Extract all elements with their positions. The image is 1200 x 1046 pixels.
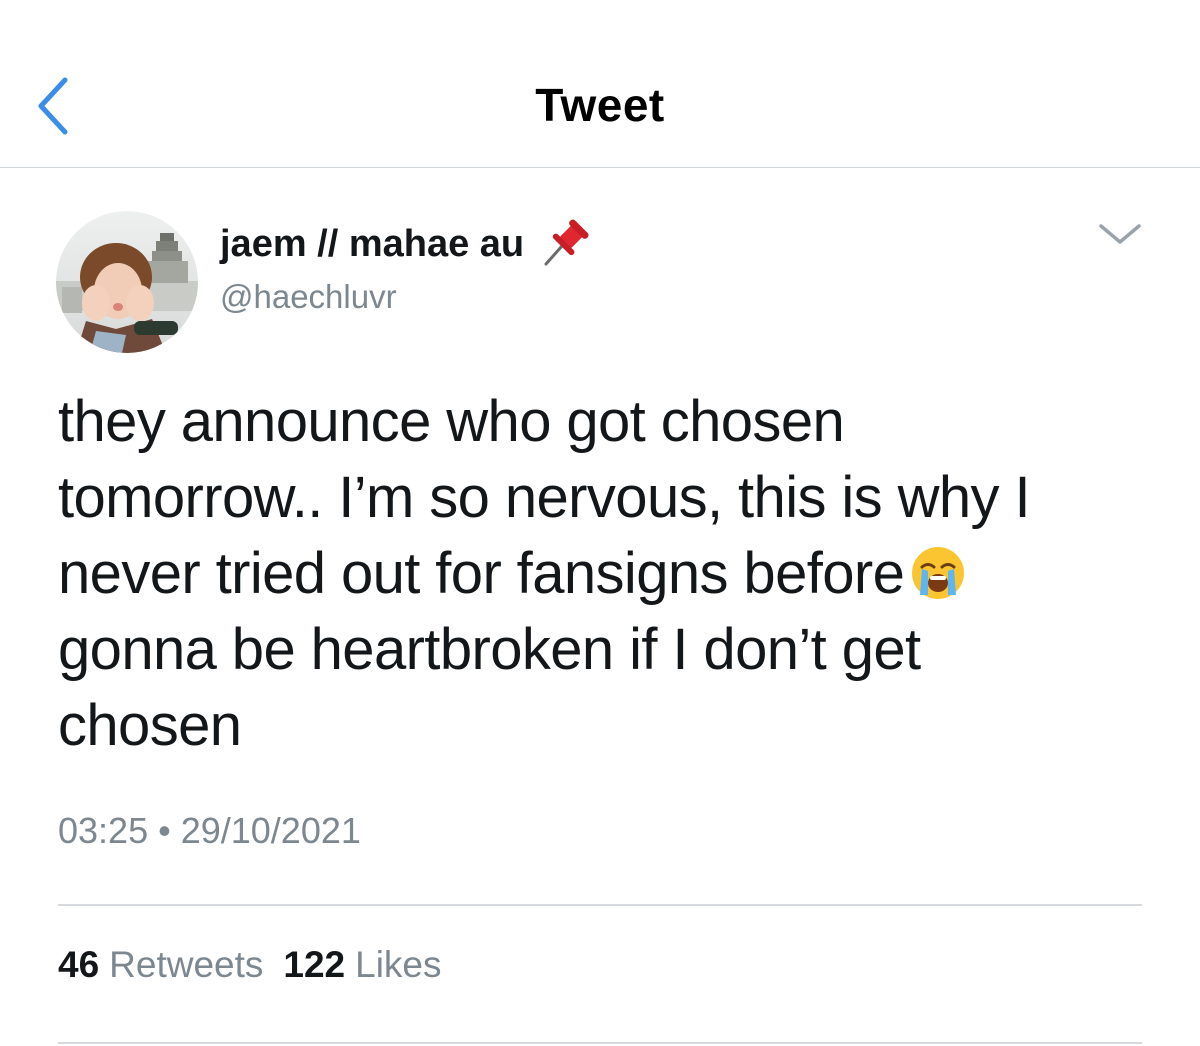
tweet-line: never tried out for fansigns before <box>58 541 905 606</box>
retweets-label: Retweets <box>109 944 264 985</box>
page-title: Tweet <box>535 79 665 131</box>
divider <box>58 1042 1142 1044</box>
tweet-line: tomorrow.. I’m so nervous, this is why I <box>58 465 1031 530</box>
more-options-button[interactable] <box>1094 214 1146 254</box>
tweet-line: they announce who got chosen <box>58 389 845 454</box>
display-name[interactable]: jaem // mahae au <box>220 223 524 266</box>
likes-label: Likes <box>355 944 442 985</box>
chevron-down-icon <box>1099 224 1141 244</box>
tweet-detail-screen: Tweet jaem // mahae au @haechluvr they a… <box>0 0 1200 1046</box>
tweet-text: they announce who got chosen tomorrow.. … <box>58 384 1168 764</box>
tweet-timestamp: 03:25 • 29/10/2021 <box>58 810 361 852</box>
nav-header: Tweet <box>0 0 1200 168</box>
likes-count: 122 <box>283 944 346 985</box>
tweet-line: chosen <box>58 693 242 758</box>
separator-dot: • <box>158 810 171 851</box>
user-handle[interactable]: @haechluvr <box>220 278 397 316</box>
engagement-stats: 46 Retweets 122 Likes <box>58 944 442 986</box>
likes-stat[interactable]: 122 Likes <box>283 944 441 985</box>
retweets-stat[interactable]: 46 Retweets <box>58 944 263 985</box>
tweet-time: 03:25 <box>58 810 149 851</box>
loudly-crying-face-icon <box>910 544 966 600</box>
tweet-date: 29/10/2021 <box>180 810 361 851</box>
tweet-line-with-emoji: never tried out for fansigns before <box>58 536 1168 612</box>
tweet-line: gonna be heartbroken if I don’t get <box>58 617 921 682</box>
avatar-photo <box>56 211 198 353</box>
divider <box>58 904 1142 906</box>
avatar[interactable] <box>56 211 198 353</box>
display-name-row: jaem // mahae au <box>220 216 590 272</box>
retweets-count: 46 <box>58 944 100 985</box>
pushpin-icon <box>538 218 590 270</box>
